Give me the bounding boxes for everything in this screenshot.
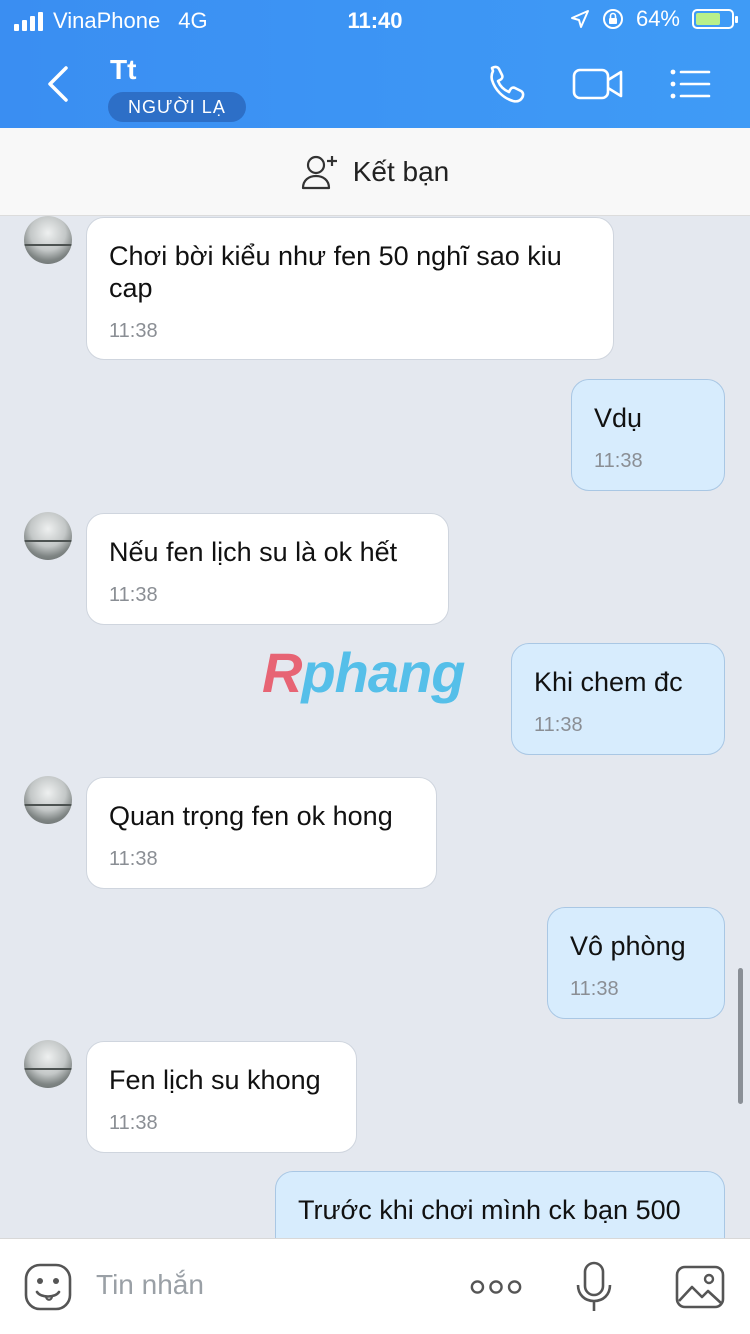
message-text: Trước khi chơi mình ck bạn 500 <box>298 1195 681 1225</box>
scrollbar[interactable] <box>738 968 743 1104</box>
message-text: Vô phòng <box>570 931 686 961</box>
battery-icon <box>692 9 738 29</box>
status-bar: VinaPhone 4G 11:40 64% <box>0 0 750 42</box>
add-user-icon <box>301 155 337 189</box>
message-time: 11:38 <box>109 1112 158 1134</box>
message-text: Quan trọng fen ok hong <box>109 801 393 831</box>
battery-percent: 64% <box>635 6 680 31</box>
microphone-icon[interactable] <box>568 1261 620 1313</box>
image-icon[interactable] <box>674 1261 726 1313</box>
message-bubble[interactable]: Nếu fen lịch su là ok hết 11:38 <box>86 513 449 625</box>
message-time: 11:38 <box>570 978 619 1000</box>
message-bubble[interactable]: Vô phòng 11:38 <box>547 907 725 1019</box>
avatar[interactable] <box>24 1040 72 1088</box>
location-icon <box>570 10 589 28</box>
message-time: 11:38 <box>594 450 643 472</box>
more-dots-icon[interactable] <box>470 1261 522 1313</box>
message-text: Chơi bời kiểu như fen 50 nghĩ sao kiu ca… <box>109 241 562 303</box>
video-camera-icon[interactable] <box>572 60 624 108</box>
rotation-lock-icon <box>602 9 623 29</box>
message-time: 11:38 <box>109 848 158 870</box>
message-bubble[interactable]: Khi chem đc 11:38 <box>511 643 725 755</box>
message-bubble[interactable]: Fen lịch su khong 11:38 <box>86 1041 357 1153</box>
message-time: 11:38 <box>109 320 158 342</box>
add-friend-label: Kết bạn <box>352 155 450 187</box>
message-text: Fen lịch su khong <box>109 1065 321 1095</box>
phone-icon[interactable] <box>482 60 530 108</box>
message-bubble[interactable]: Vdụ 11:38 <box>571 379 725 491</box>
watermark-logo: Rphang <box>262 641 465 704</box>
message-bubble[interactable]: Chơi bời kiểu như fen 50 nghĩ sao kiu ca… <box>86 217 614 360</box>
avatar[interactable] <box>24 776 72 824</box>
message-bubble[interactable]: Quan trọng fen ok hong 11:38 <box>86 777 437 889</box>
status-right: 64% <box>570 6 738 32</box>
message-text: Khi chem đc <box>534 667 683 697</box>
message-time: 11:38 <box>534 714 583 736</box>
avatar[interactable] <box>24 216 72 264</box>
avatar[interactable] <box>24 512 72 560</box>
message-time: 11:38 <box>109 584 158 606</box>
emoji-icon[interactable] <box>22 1261 74 1313</box>
contact-name[interactable]: Tt <box>110 54 136 86</box>
message-input[interactable]: Tin nhắn <box>96 1269 204 1301</box>
chat-header: VinaPhone 4G 11:40 64% Tt NGƯỜI LẠ <box>0 0 750 128</box>
message-text: Nếu fen lịch su là ok hết <box>109 537 398 567</box>
message-text: Vdụ <box>594 403 643 433</box>
add-friend-button[interactable]: Kết bạn <box>0 128 750 216</box>
back-arrow-icon[interactable] <box>40 62 80 106</box>
menu-list-icon[interactable] <box>666 60 714 108</box>
message-input-bar: Tin nhắn <box>0 1238 750 1334</box>
stranger-badge: NGƯỜI LẠ <box>108 92 246 122</box>
